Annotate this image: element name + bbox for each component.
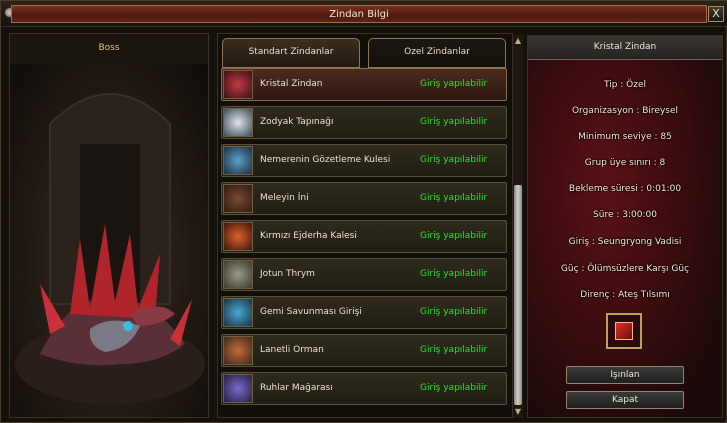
teleport-button[interactable]: Işınlan bbox=[566, 366, 684, 384]
dungeon-list-scrollbar[interactable]: ▲ ▼ bbox=[512, 35, 523, 418]
selected-dungeon-title: Kristal Zindan bbox=[528, 36, 722, 60]
title-strip: Zindan Bilgi bbox=[11, 5, 707, 23]
dungeon-status: Giriş yapılabilir bbox=[420, 269, 488, 279]
close-button[interactable]: Kapat bbox=[566, 391, 684, 409]
tab-special-dungeons[interactable]: Ozel Zindanlar bbox=[368, 38, 506, 68]
dungeon-name: Meleyin İni bbox=[260, 193, 309, 203]
dungeon-name: Jotun Thrym bbox=[260, 269, 315, 279]
boss-panel: Boss bbox=[9, 33, 209, 418]
dungeon-name: Kristal Zindan bbox=[260, 79, 323, 89]
info-resistance: Direnç : Ateş Tılsımı bbox=[580, 290, 670, 300]
dungeon-status: Giriş yapılabilir bbox=[420, 117, 488, 127]
dungeon-row-gemi-savunmasi[interactable]: Gemi Savunması Girişi Giriş yapılabilir bbox=[221, 296, 507, 329]
dungeon-info-window: Zindan Bilgi X Boss Standart Zindanlar O… bbox=[0, 0, 727, 423]
dungeon-info-panel: Kristal Zindan Tip : Özel Organizasyon :… bbox=[527, 35, 723, 418]
dungeon-name: Lanetli Orman bbox=[260, 345, 324, 355]
tab-standard-dungeons[interactable]: Standart Zindanlar bbox=[222, 38, 360, 68]
dungeon-status: Giriş yapılabilir bbox=[420, 79, 488, 89]
dungeon-status: Giriş yapılabilir bbox=[420, 307, 488, 317]
info-strength: Güç : Ölümsüzlere Karşı Güç bbox=[560, 264, 690, 274]
lair-icon bbox=[223, 184, 253, 213]
window-title: Zindan Bilgi bbox=[329, 9, 389, 20]
dungeon-row-jotun-thrym[interactable]: Jotun Thrym Giriş yapılabilir bbox=[221, 258, 507, 291]
dungeon-name: Kırmızı Ejderha Kalesi bbox=[260, 231, 357, 241]
dungeon-row-lanetli-orman[interactable]: Lanetli Orman Giriş yapılabilir bbox=[221, 334, 507, 367]
boss-preview bbox=[10, 64, 208, 417]
scroll-down-arrow-icon[interactable]: ▼ bbox=[513, 406, 523, 418]
title-bar[interactable]: Zindan Bilgi X bbox=[1, 1, 727, 27]
info-organization: Organizasyon : Bireysel bbox=[571, 106, 679, 116]
dungeon-list-panel: Standart Zindanlar Ozel Zindanlar Krista… bbox=[217, 33, 513, 418]
dungeon-row-kirmizi-ejderha[interactable]: Kırmızı Ejderha Kalesi Giriş yapılabilir bbox=[221, 220, 507, 253]
cursed-forest-icon bbox=[223, 336, 253, 365]
info-entrance: Giriş : Seungryong Vadisi bbox=[568, 237, 682, 247]
dungeon-row-meleyin-ini[interactable]: Meleyin İni Giriş yapılabilir bbox=[221, 182, 507, 215]
dungeon-name: Zodyak Tapınağı bbox=[260, 117, 334, 127]
boss-label: Boss bbox=[10, 34, 208, 64]
scroll-thumb[interactable] bbox=[514, 185, 522, 405]
close-window-button[interactable]: X bbox=[708, 6, 724, 22]
dungeon-row-nemerene[interactable]: Nemerenin Gözetleme Kulesi Giriş yapılab… bbox=[221, 144, 507, 177]
info-min-level: Minimum seviye : 85 bbox=[578, 132, 672, 142]
fire-talisman-icon[interactable] bbox=[606, 313, 642, 349]
info-group-limit: Grup üye sınırı : 8 bbox=[584, 158, 666, 168]
dungeon-name: Gemi Savunması Girişi bbox=[260, 307, 362, 317]
dungeon-status: Giriş yapılabilir bbox=[420, 193, 488, 203]
dungeon-status: Giriş yapılabilir bbox=[420, 231, 488, 241]
dungeon-row-ruhlar-magarasi[interactable]: Ruhlar Mağarası Giriş yapılabilir bbox=[221, 372, 507, 405]
scroll-up-arrow-icon[interactable]: ▲ bbox=[513, 35, 523, 47]
dungeon-status: Giriş yapılabilir bbox=[420, 383, 488, 393]
zodiac-temple-icon bbox=[223, 108, 253, 137]
talisman-gem-icon bbox=[615, 322, 633, 340]
dungeon-row-zodyak[interactable]: Zodyak Tapınağı Giriş yapılabilir bbox=[221, 106, 507, 139]
red-dragon-castle-icon bbox=[223, 222, 253, 251]
jotun-icon bbox=[223, 260, 253, 289]
dungeon-name: Nemerenin Gözetleme Kulesi bbox=[260, 155, 391, 165]
crystal-dragon-icon bbox=[223, 70, 253, 99]
dungeon-status: Giriş yapılabilir bbox=[420, 155, 488, 165]
info-duration: Süre : 3:00:00 bbox=[593, 210, 657, 220]
spirit-cave-icon bbox=[223, 374, 253, 403]
dungeon-name: Ruhlar Mağarası bbox=[260, 383, 333, 393]
info-type: Tip : Özel bbox=[603, 80, 647, 90]
boss-dragon-image bbox=[15, 93, 205, 404]
dungeon-status: Giriş yapılabilir bbox=[420, 345, 488, 355]
ship-defense-icon bbox=[223, 298, 253, 327]
info-cooldown: Bekleme süresi : 0:01:00 bbox=[568, 184, 682, 194]
watch-tower-icon bbox=[223, 146, 253, 175]
dungeon-row-kristal-zindan[interactable]: Kristal Zindan Giriş yapılabilir bbox=[221, 68, 507, 101]
